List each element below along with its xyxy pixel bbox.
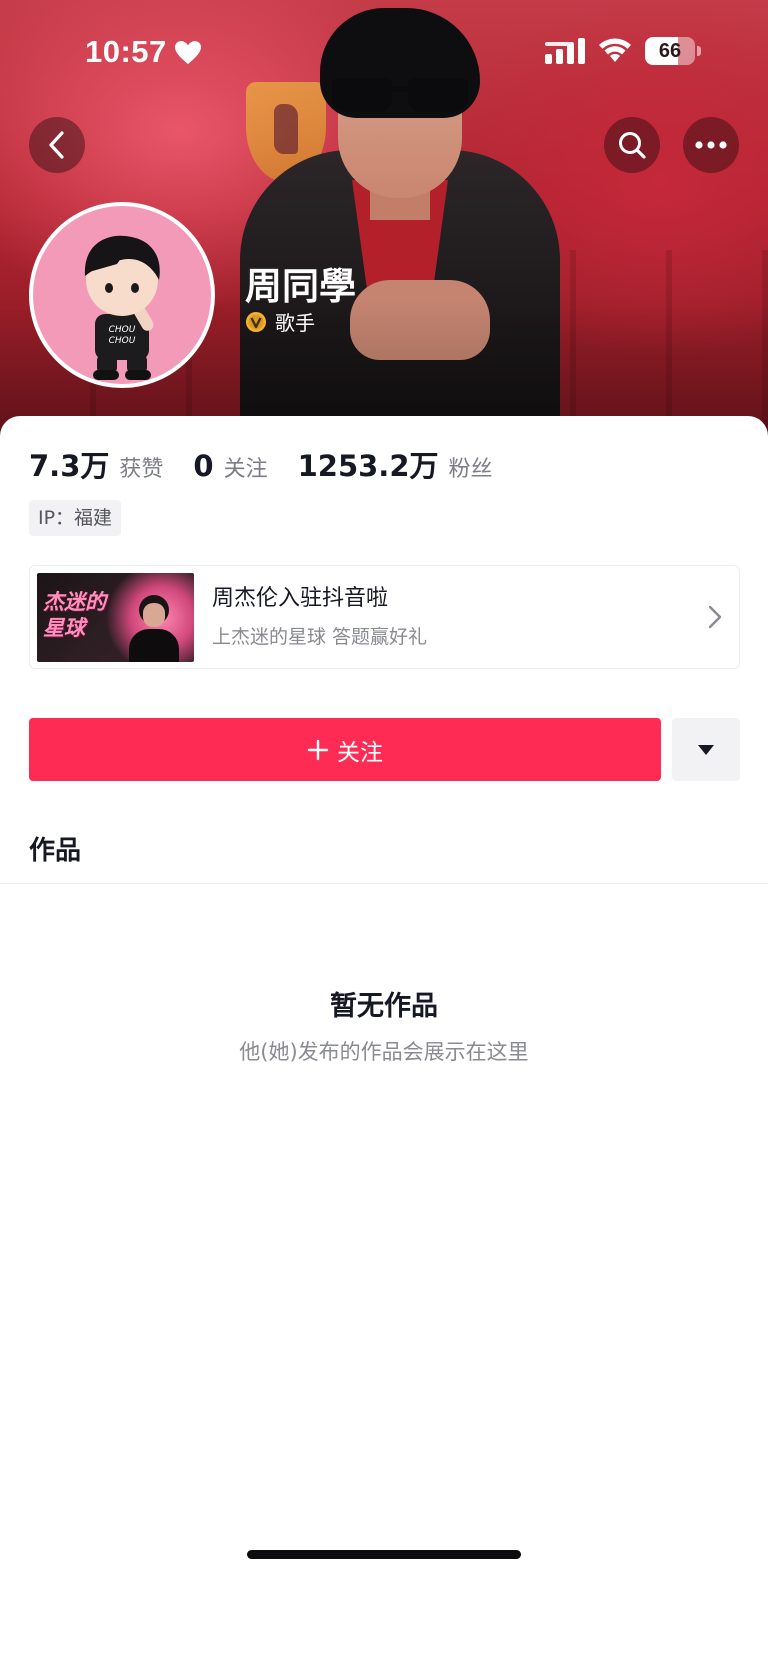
home-indicator xyxy=(247,1550,521,1559)
follow-button[interactable]: 关注 xyxy=(29,718,661,781)
profile-content: 7.3万 获赞 0 关注 1253.2万 粉丝 IP：福建 杰迷的星球 周杰伦入… xyxy=(0,416,768,1665)
promo-subtitle: 上杰迷的星球 答题赢好礼 xyxy=(212,626,428,648)
stat-likes-count: 7.3万 xyxy=(29,449,110,483)
stats-row: 7.3万 获赞 0 关注 1253.2万 粉丝 xyxy=(29,443,523,485)
promo-card[interactable]: 杰迷的星球 周杰伦入驻抖音啦 上杰迷的星球 答题赢好礼 xyxy=(29,565,740,669)
tab-divider xyxy=(0,883,768,884)
follow-button-label: 关注 xyxy=(337,739,383,766)
avatar[interactable]: CHOU CHOU xyxy=(29,202,215,388)
avatar-cartoon-image: CHOU CHOU xyxy=(84,235,160,380)
heart-icon xyxy=(175,41,201,64)
signal-icon xyxy=(545,38,585,64)
chevron-left-icon xyxy=(49,131,64,159)
search-button[interactable] xyxy=(604,117,660,173)
profile-page: 10:57 66 CHOU CHOU 周同學 歌手 7.3万 获赞 0 关注 1… xyxy=(0,0,768,1665)
chevron-right-icon xyxy=(708,605,722,629)
stat-following[interactable]: 0 关注 xyxy=(193,449,267,483)
caret-down-icon xyxy=(698,744,714,755)
verification-row: 歌手 xyxy=(245,307,315,336)
promo-thumbnail: 杰迷的星球 xyxy=(37,573,194,662)
plus-icon xyxy=(307,739,329,760)
ip-location-tag: IP：福建 xyxy=(29,500,122,536)
stat-following-label: 关注 xyxy=(223,457,268,482)
more-icon xyxy=(695,141,727,149)
more-button[interactable] xyxy=(683,117,739,173)
svg-text:CHOU: CHOU xyxy=(109,336,136,346)
status-bar: 10:57 66 xyxy=(0,0,768,100)
battery-level: 66 xyxy=(658,40,682,62)
stat-following-count: 0 xyxy=(193,449,214,483)
stat-likes-label: 获赞 xyxy=(119,457,164,482)
promo-thumbnail-title: 杰迷的星球 xyxy=(43,590,106,640)
profile-nickname: 周同學 xyxy=(245,265,356,308)
empty-state-title: 暂无作品 xyxy=(330,991,438,1022)
stat-followers-count: 1253.2万 xyxy=(297,449,439,483)
search-icon xyxy=(619,132,646,159)
stat-followers[interactable]: 1253.2万 粉丝 xyxy=(298,443,493,485)
verification-label: 歌手 xyxy=(275,311,315,335)
back-button[interactable] xyxy=(29,117,85,173)
recommend-dropdown-button[interactable] xyxy=(672,718,740,781)
status-time: 10:57 xyxy=(85,34,167,69)
stat-followers-label: 粉丝 xyxy=(448,457,493,482)
wifi-icon xyxy=(599,38,631,62)
battery-icon: 66 xyxy=(645,37,701,65)
stat-likes[interactable]: 7.3万 获赞 xyxy=(29,443,163,485)
svg-text:CHOU: CHOU xyxy=(109,325,136,335)
promo-title: 周杰伦入驻抖音啦 xyxy=(212,586,389,611)
empty-state-subtitle: 他(她)发布的作品会展示在这里 xyxy=(239,1040,529,1064)
verified-v-icon xyxy=(246,311,266,332)
tab-works[interactable]: 作品 xyxy=(29,830,81,867)
